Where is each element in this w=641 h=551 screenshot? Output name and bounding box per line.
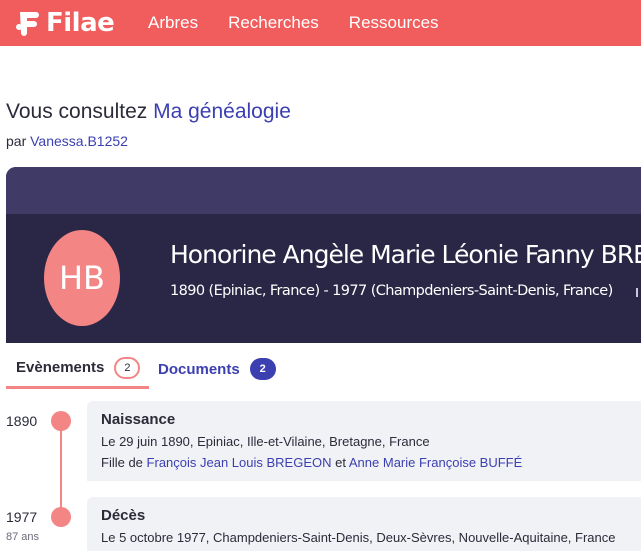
event-parents: Fille de François Jean Louis BREGEON et … [101, 455, 641, 470]
tab-documents-count-badge: 2 [249, 358, 276, 380]
filae-logo-icon [16, 12, 39, 36]
tab-evenements[interactable]: Evènements 2 [6, 349, 149, 389]
banner-edge-mark [636, 288, 638, 297]
event-title: Naissance [101, 411, 176, 428]
nav-arbres[interactable]: Arbres [148, 13, 198, 33]
tree-author-line: par Vanessa.B1252 [6, 133, 128, 149]
author-link[interactable]: Vanessa.B1252 [30, 133, 128, 149]
timeline-line [60, 421, 62, 517]
top-navigation-bar: Filae Arbres Recherches Ressources [0, 0, 641, 46]
father-link[interactable]: François Jean Louis BREGEON [147, 455, 332, 470]
consult-prefix: Vous consultez [6, 100, 148, 123]
person-name: Honorine Angèle Marie Léonie Fanny BREGE… [170, 240, 641, 269]
by-prefix: par [6, 133, 27, 149]
nav-ressources[interactable]: Ressources [349, 13, 439, 33]
timeline-dot [51, 507, 71, 527]
filae-logo[interactable]: Filae [14, 6, 115, 40]
event-age: 87 ans [6, 531, 40, 543]
tab-evenements-label: Evènements [16, 359, 105, 376]
banner-top-strip [6, 167, 641, 214]
tab-documents[interactable]: Documents 2 [158, 349, 276, 389]
timeline-dot [51, 411, 71, 431]
person-life-dates: 1890 (Epiniac, France) - 1977 (Champdeni… [170, 283, 613, 299]
event-detail: Le 5 octobre 1977, Champdeniers-Saint-De… [101, 530, 616, 545]
avatar: HB [44, 230, 120, 326]
event-card-deces: Décès Le 5 octobre 1977, Champdeniers-Sa… [87, 497, 641, 551]
tree-name-link[interactable]: Ma généalogie [153, 100, 291, 123]
main-menu: Arbres Recherches Ressources [148, 0, 469, 46]
page-title: Vous consultez Ma généalogie [6, 100, 291, 124]
event-year: 1890 [6, 413, 38, 429]
event-detail: Le 29 juin 1890, Epiniac, Ille-et-Vilain… [101, 434, 430, 449]
nav-recherches[interactable]: Recherches [228, 13, 319, 33]
event-title: Décès [101, 507, 146, 524]
tab-evenements-count-badge: 2 [114, 356, 141, 379]
tab-documents-label: Documents [158, 360, 240, 378]
parents-prefix: Fille de [101, 455, 143, 470]
parents-conjunction: et [335, 455, 346, 470]
event-year: 1977 [6, 509, 38, 525]
event-card-naissance: Naissance Le 29 juin 1890, Epiniac, Ille… [87, 401, 641, 481]
person-banner: HB Honorine Angèle Marie Léonie Fanny BR… [6, 167, 641, 343]
mother-link[interactable]: Anne Marie Françoise BUFFÉ [349, 455, 522, 470]
logo-text: Filae [46, 8, 115, 38]
